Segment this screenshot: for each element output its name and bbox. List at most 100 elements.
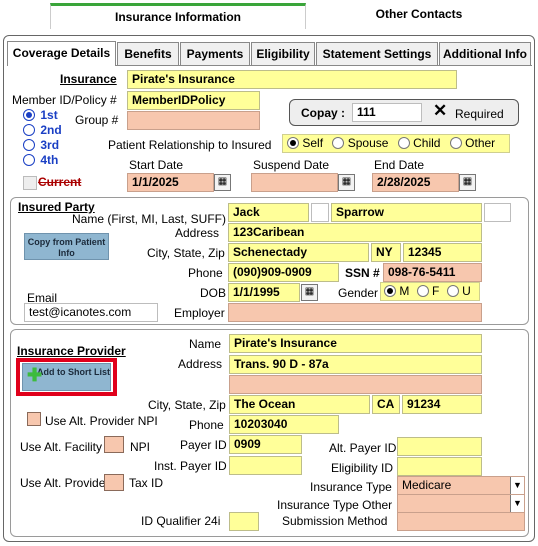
employer-field[interactable] — [228, 303, 482, 322]
priority-4th[interactable]: 4th — [23, 153, 58, 167]
start-date-field[interactable]: 1/1/2025 — [127, 173, 214, 192]
dob-field[interactable]: 1/1/1995 — [228, 283, 300, 302]
radio-icon — [23, 139, 35, 151]
alt-provider-npi-checkbox[interactable] — [27, 412, 41, 426]
insured-zip-field[interactable]: 12345 — [403, 243, 482, 262]
provider-state-field[interactable]: CA — [372, 395, 400, 414]
provider-phone-field[interactable]: 10203040 — [229, 415, 339, 434]
gender-f[interactable]: F — [416, 284, 439, 298]
relationship-group: Self Spouse Child Other — [282, 134, 510, 153]
gender-u[interactable]: U — [446, 284, 471, 298]
group-field[interactable] — [127, 111, 260, 130]
required-label: Required — [455, 107, 504, 121]
eligibility-id-label: Eligibility ID — [331, 461, 394, 475]
provider-zip-field[interactable]: 91234 — [402, 395, 482, 414]
insured-first-name[interactable]: Jack — [228, 203, 309, 222]
alt-provider-checkbox[interactable] — [104, 474, 124, 491]
tab-coverage-details[interactable]: Coverage Details — [7, 41, 116, 66]
current-label: Current — [38, 175, 82, 189]
insurance-type-other-select[interactable]: ▼ — [397, 494, 525, 513]
member-id-label: Member ID/Policy # — [12, 93, 117, 107]
insurance-type-select[interactable]: Medicare ▼ — [397, 476, 525, 495]
submission-method-field[interactable] — [397, 512, 525, 531]
relationship-other[interactable]: Other — [449, 136, 495, 150]
add-to-short-list-button[interactable]: ✚ Add to Short List — [22, 363, 111, 391]
relationship-self[interactable]: Self — [287, 136, 323, 150]
relationship-label: Patient Relationship to Insured — [108, 138, 272, 152]
insured-last-name[interactable]: Sparrow — [331, 203, 482, 222]
id-qualifier-field[interactable] — [229, 512, 259, 531]
insurance-field[interactable]: Pirate's Insurance — [127, 70, 457, 89]
provider-name-label: Name — [189, 337, 222, 351]
alt-payer-id-label: Alt. Payer ID — [329, 441, 397, 455]
tab-label: Payments — [186, 47, 244, 61]
add-icon: ✚ — [27, 365, 43, 385]
suspend-date-field[interactable] — [251, 173, 338, 192]
provider-name-field[interactable]: Pirate's Insurance — [229, 334, 482, 353]
radio-icon — [23, 109, 35, 121]
insured-state-field[interactable]: NY — [371, 243, 401, 262]
copy-from-patient-button[interactable]: Copy from Patient Info — [24, 233, 109, 260]
suspend-date-label: Suspend Date — [253, 158, 330, 172]
current-checkbox[interactable] — [23, 176, 37, 190]
priority-3rd[interactable]: 3rd — [23, 138, 59, 152]
end-date-field[interactable]: 2/28/2025 — [372, 173, 459, 192]
gender-m[interactable]: M — [384, 284, 409, 298]
alt-provider-label: Use Alt. Provider — [20, 476, 110, 490]
required-checkbox-icon[interactable]: ✕ — [433, 101, 447, 121]
insured-city-field[interactable]: Schenectady — [228, 243, 369, 262]
radio-icon — [23, 154, 35, 166]
tab-payments[interactable]: Payments — [180, 42, 250, 65]
chevron-down-icon: ▼ — [510, 495, 524, 512]
alt-facility-checkbox[interactable] — [104, 436, 124, 453]
insurance-provider-title: Insurance Provider — [17, 344, 126, 358]
gender-label: Gender — [338, 286, 379, 300]
tab-statement-settings[interactable]: Statement Settings — [316, 42, 438, 65]
provider-address-label: Address — [178, 357, 223, 371]
copay-field[interactable]: 111 — [352, 103, 422, 122]
priority-1st[interactable]: 1st — [23, 108, 58, 122]
relationship-child[interactable]: Child — [397, 136, 440, 150]
tab-benefits[interactable]: Benefits — [117, 42, 179, 65]
member-id-field[interactable]: MemberIDPolicy — [127, 91, 260, 110]
suspend-calendar-icon[interactable]: ▦ — [338, 174, 355, 191]
start-calendar-icon[interactable]: ▦ — [214, 174, 231, 191]
insured-name-label: Name (First, MI, Last, SUFF) — [72, 212, 227, 226]
radio-label: 1st — [40, 108, 58, 122]
copay-label: Copay : — [301, 106, 346, 120]
insurance-type-label: Insurance Type — [310, 480, 392, 494]
radio-label: 4th — [40, 153, 59, 167]
alt-provider-npi-label: Use Alt. Provider NPI — [45, 414, 158, 428]
radio-icon — [23, 124, 35, 136]
insurance-label: Insurance — [60, 72, 117, 86]
dob-calendar-icon[interactable]: ▦ — [301, 284, 318, 301]
relationship-spouse[interactable]: Spouse — [332, 136, 388, 150]
alt-payer-id-field[interactable] — [397, 437, 482, 456]
insured-csz-label: City, State, Zip — [147, 246, 225, 260]
payer-id-label: Payer ID — [180, 438, 227, 452]
inst-payer-id-field[interactable] — [229, 456, 302, 475]
tab-additional-info[interactable]: Additional Info — [439, 42, 531, 65]
insured-mi[interactable] — [311, 203, 329, 222]
provider-city-field[interactable]: The Ocean — [229, 395, 370, 414]
top-tab-other-contacts[interactable]: Other Contacts — [306, 3, 532, 29]
provider-address2-field[interactable] — [229, 375, 482, 394]
insured-phone-field[interactable]: (090)909-0909 — [228, 263, 339, 282]
ssn-field[interactable]: 098-76-5411 — [383, 263, 482, 282]
top-tab-insurance-information[interactable]: Insurance Information — [50, 3, 306, 29]
email-field[interactable]: test@icanotes.com — [24, 303, 158, 322]
eligibility-id-field[interactable] — [397, 457, 482, 476]
payer-id-field[interactable]: 0909 — [229, 435, 302, 454]
end-calendar-icon[interactable]: ▦ — [459, 174, 476, 191]
priority-2nd[interactable]: 2nd — [23, 123, 62, 137]
top-tab-label: Insurance Information — [114, 10, 242, 24]
ssn-label: SSN # — [345, 266, 380, 280]
provider-address1-field[interactable]: Trans. 90 D - 87a — [229, 355, 482, 374]
select-value: Medicare — [402, 478, 452, 492]
insured-phone-label: Phone — [188, 266, 223, 280]
tab-label: Statement Settings — [322, 47, 432, 61]
tab-eligibility[interactable]: Eligibility — [251, 42, 315, 65]
insured-suffix[interactable] — [484, 203, 511, 222]
button-label: Add to Short List — [37, 367, 110, 377]
insured-address-field[interactable]: 123Caribean — [228, 223, 482, 242]
